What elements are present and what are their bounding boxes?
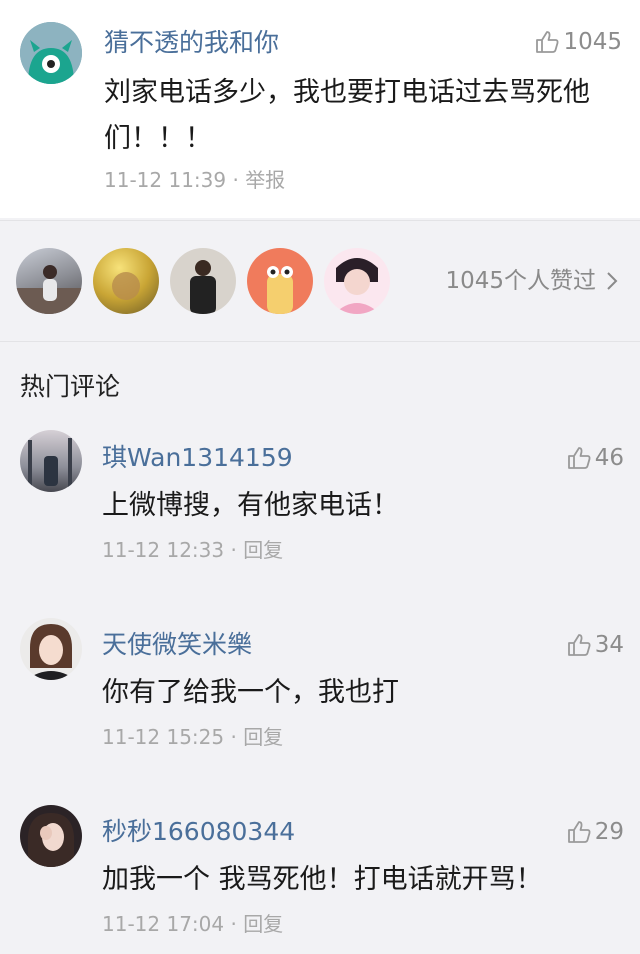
main-comment: 猜不透的我和你 1045 刘家电话多少，我也要打电话过去骂死他们！！！ 11-1… [0, 0, 640, 218]
like-count: 46 [594, 445, 624, 471]
avatar[interactable] [20, 618, 82, 680]
teal-monster-avatar-icon [20, 22, 82, 84]
comment-meta: 11-12 15:25 · 回复 [102, 725, 284, 749]
comment-meta: 11-12 11:39 · 举报 [104, 168, 286, 192]
reply-link[interactable]: 回复 [243, 725, 283, 749]
comment-time: 11-12 11:39 [104, 168, 227, 192]
liker-avatar-4[interactable] [247, 248, 313, 314]
username[interactable]: 秒秒166080344 [102, 816, 295, 848]
comment-text: 上微博搜，有他家电话！ [102, 490, 399, 521]
like-button[interactable]: 1045 [534, 27, 622, 57]
comment-time: 11-12 12:33 [102, 538, 225, 562]
section-title: 热门评论 [20, 372, 121, 401]
avatar[interactable] [20, 805, 82, 867]
username[interactable]: 天使微笑米樂 [102, 629, 252, 661]
report-link[interactable]: 举报 [245, 168, 285, 192]
likers-count: 1045个人赞过 [445, 268, 596, 294]
like-button[interactable]: 34 [566, 630, 624, 660]
thumbs-up-icon [567, 634, 591, 656]
thumbs-up-icon [567, 821, 591, 843]
thumbs-up-icon [567, 447, 591, 469]
comment-text: 刘家电话多少，我也要打电话过去骂死他们！！！ [104, 77, 590, 154]
reply-link[interactable]: 回复 [243, 912, 283, 936]
username[interactable]: 琪Wan1314159 [102, 442, 293, 474]
comment-meta: 11-12 12:33 · 回复 [102, 538, 284, 562]
thumbs-up-icon [536, 31, 559, 53]
comment-time: 11-12 17:04 [102, 912, 225, 936]
likers-count-link[interactable]: 1045个人赞过 [445, 265, 620, 297]
liker-avatar-2[interactable] [93, 248, 159, 314]
like-button[interactable]: 29 [566, 817, 624, 847]
liker-avatar-1[interactable] [16, 248, 82, 314]
reply-link[interactable]: 回复 [243, 538, 283, 562]
like-count: 1045 [563, 29, 622, 55]
comment-text: 加我一个 我骂死他！打电话就开骂！ [102, 864, 543, 895]
liker-avatar-5[interactable] [324, 248, 390, 314]
avatar[interactable] [20, 22, 82, 84]
like-button[interactable]: 46 [566, 443, 624, 473]
like-count: 29 [594, 819, 624, 845]
avatar[interactable] [20, 430, 82, 492]
comment-meta: 11-12 17:04 · 回复 [102, 912, 284, 936]
like-count: 34 [594, 632, 624, 658]
likers-row[interactable]: 1045个人赞过 [0, 220, 640, 342]
username[interactable]: 猜不透的我和你 [104, 27, 279, 59]
comment-time: 11-12 15:25 [102, 725, 225, 749]
chevron-right-icon [607, 272, 618, 290]
liker-avatar-3[interactable] [170, 248, 236, 314]
comment-text: 你有了给我一个，我也打 [102, 677, 399, 708]
